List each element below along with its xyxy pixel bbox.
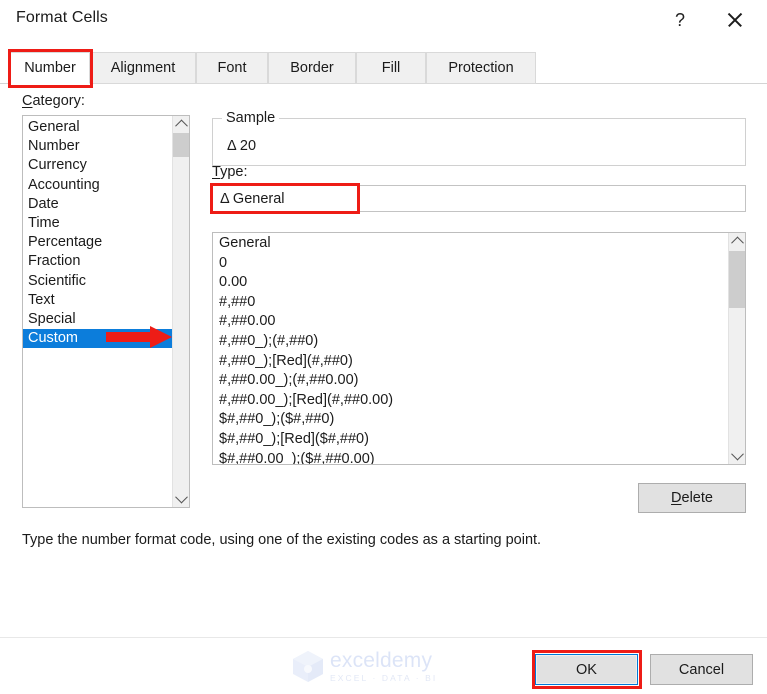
category-item-list: General Number Currency Accounting Date Time P… (23, 118, 173, 349)
tab-fill[interactable]: Fill (356, 52, 426, 84)
sample-group-box (212, 118, 746, 166)
type-listbox[interactable]: General 0 0.00 #,##0 #,##0.00 #,##0_);(#,##0)… (212, 232, 746, 465)
tab-number-label: Number (24, 60, 76, 76)
help-question-mark: ? (674, 9, 685, 30)
type-item[interactable]: #,##0.00_);[Red](#,##0.00) (213, 391, 713, 411)
type-scrollbar[interactable] (728, 233, 745, 464)
format-help-text: Type the number format code, using one o… (22, 532, 542, 548)
type-item[interactable]: General (213, 234, 713, 254)
category-item[interactable]: Currency (23, 156, 173, 175)
category-item[interactable]: Custom (23, 329, 173, 349)
category-item[interactable]: Fraction (23, 252, 173, 271)
tab-alignment[interactable]: Alignment (90, 52, 196, 84)
type-item[interactable]: #,##0_);(#,##0) (213, 332, 713, 352)
sample-value: Δ 20 (227, 138, 257, 154)
tab-number[interactable]: Number (10, 52, 90, 84)
tab-border-label: Border (290, 60, 334, 76)
sample-legend: Sample (222, 110, 280, 126)
category-item[interactable]: Number (23, 137, 173, 156)
close-icon[interactable] (712, 0, 758, 40)
category-scroll-up-icon[interactable] (173, 116, 189, 133)
tab-font-label: Font (217, 60, 247, 76)
category-item[interactable]: Special (23, 310, 173, 329)
footer-separator (0, 637, 767, 638)
ok-button[interactable]: OK (535, 654, 638, 685)
category-item[interactable]: General (23, 118, 173, 137)
type-item-list: General 0 0.00 #,##0 #,##0.00 #,##0_);(#,##0)… (213, 234, 713, 464)
category-item[interactable]: Text (23, 291, 173, 310)
cancel-button-label: Cancel (678, 661, 725, 678)
type-item[interactable]: 0 (213, 254, 713, 274)
category-label-mnemonic: C (22, 93, 33, 109)
tab-fill-label: Fill (381, 60, 401, 76)
tab-protection[interactable]: Protection (426, 52, 536, 84)
delete-button-label: Delete (671, 490, 713, 506)
window-title: Format Cells (16, 9, 108, 26)
close-x-glyph (726, 11, 744, 29)
tab-protection-label: Protection (448, 60, 514, 76)
dialog-body: Category: General Number Currency Accountin… (0, 84, 767, 637)
tab-border[interactable]: Border (268, 52, 356, 84)
type-item[interactable]: 0.00 (213, 273, 713, 293)
category-listbox[interactable]: General Number Currency Accounting Date Time P… (22, 115, 190, 508)
category-label: Category: (22, 93, 85, 109)
category-item[interactable]: Percentage (23, 233, 173, 252)
cancel-button[interactable]: Cancel (650, 654, 753, 685)
type-label: Type: (212, 164, 247, 180)
type-item[interactable]: $#,##0.00_);($#,##0.00) (213, 450, 713, 464)
type-item[interactable]: $#,##0_);[Red]($#,##0) (213, 430, 713, 450)
type-item[interactable]: $#,##0_);($#,##0) (213, 410, 713, 430)
category-scrollbar[interactable] (172, 116, 189, 507)
type-label-mnemonic: T (212, 164, 221, 180)
type-item[interactable]: #,##0.00_);(#,##0.00) (213, 371, 713, 391)
category-scroll-down-icon[interactable] (173, 490, 189, 507)
type-item[interactable]: #,##0.00 (213, 312, 713, 332)
category-scroll-thumb[interactable] (173, 133, 189, 157)
type-input[interactable] (212, 185, 746, 212)
title-bar: Format Cells ? (0, 0, 767, 43)
category-item[interactable]: Time (23, 214, 173, 233)
tab-font[interactable]: Font (196, 52, 268, 84)
type-item[interactable]: #,##0 (213, 293, 713, 313)
tab-alignment-label: Alignment (110, 60, 176, 76)
ok-button-label: OK (576, 661, 597, 678)
delete-button[interactable]: Delete (638, 483, 746, 513)
type-scroll-up-icon[interactable] (729, 233, 745, 250)
category-label-rest: ategory: (32, 93, 85, 109)
type-scroll-thumb[interactable] (729, 251, 745, 308)
type-label-rest: ype: (220, 164, 248, 180)
category-item[interactable]: Accounting (23, 176, 173, 195)
type-scroll-down-icon[interactable] (729, 447, 745, 464)
category-item[interactable]: Scientific (23, 272, 173, 291)
category-item[interactable]: Date (23, 195, 173, 214)
help-icon[interactable]: ? (657, 0, 703, 40)
type-item[interactable]: #,##0_);[Red](#,##0) (213, 352, 713, 372)
